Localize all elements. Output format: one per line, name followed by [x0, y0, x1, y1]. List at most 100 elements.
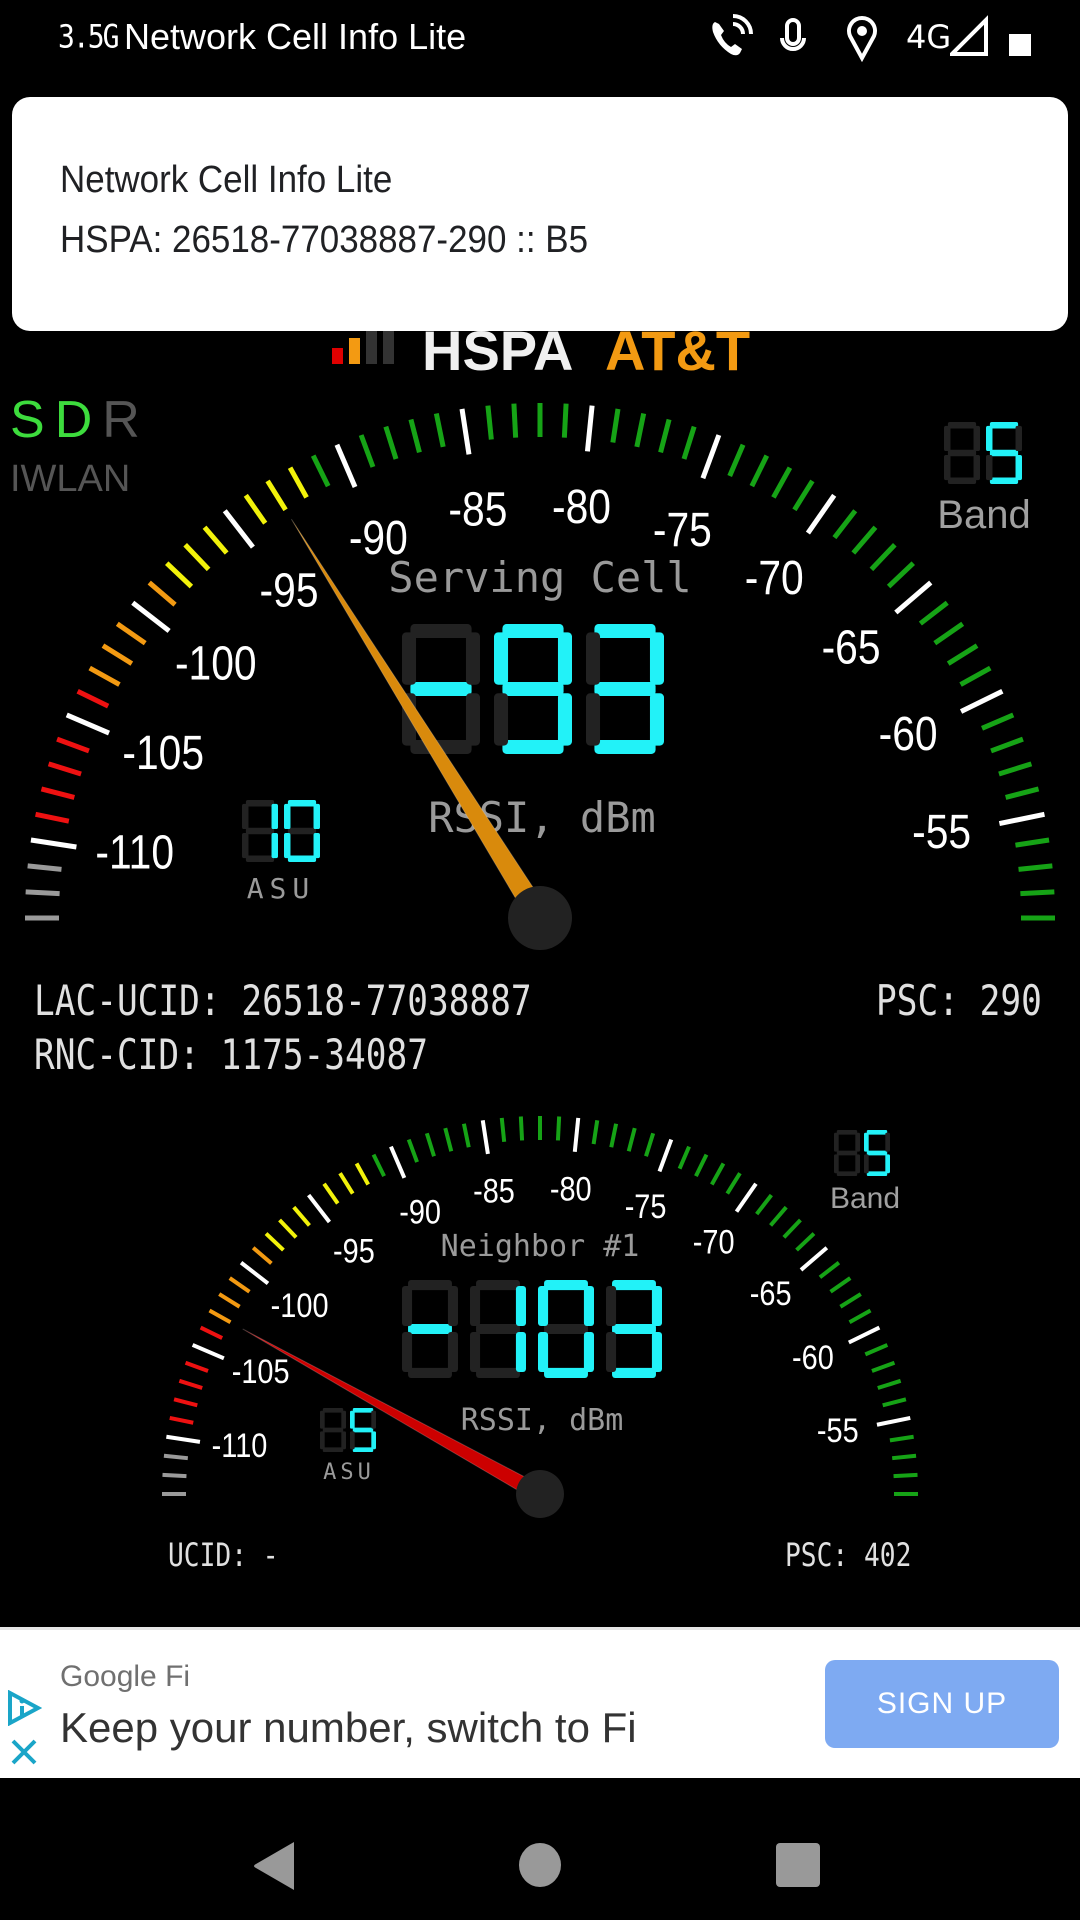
- gauge-tick: [591, 1120, 600, 1145]
- neighbor-band-digit: [864, 1130, 890, 1176]
- gauge-tick: [893, 1472, 918, 1479]
- gauge-tick: [131, 600, 171, 633]
- lcd-segment: [538, 1332, 549, 1372]
- lcd-segment: [649, 632, 664, 685]
- gauge-tick: [1020, 889, 1055, 897]
- iwlan-indicator: IWLAN: [10, 458, 131, 500]
- neighbor-gauge: -110 -105 -100-95 -90 -85 -80 -75 -70 -65-60 -55 N…: [162, 1116, 918, 1518]
- gauge-label: -55: [912, 806, 971, 859]
- lcd-segment: [502, 739, 564, 754]
- sdr-r: R: [102, 391, 150, 449]
- gauge-tick: [886, 561, 915, 589]
- gauge-tick: [173, 1397, 198, 1408]
- gauge-label: -95: [260, 564, 319, 617]
- gauge-tick: [354, 1162, 370, 1186]
- notification-text: HSPA: 26518-77038887-290 :: B5: [60, 219, 589, 261]
- notification-title: Network Cell Info Lite: [60, 159, 393, 201]
- lcd-segment: [538, 1286, 549, 1326]
- lcd-segment: [944, 454, 951, 481]
- lcd-segment: [494, 632, 509, 685]
- neighbor-asu-digit: [350, 1408, 376, 1452]
- sign-up-button[interactable]: SIGN UP: [825, 1660, 1059, 1748]
- gauge-tick: [40, 786, 75, 800]
- gauge-tick: [406, 1138, 419, 1163]
- lcd-segment: [271, 832, 278, 859]
- gauge-label: -80: [550, 1169, 592, 1208]
- ad-headline[interactable]: Keep your number, switch to Fi: [60, 1704, 637, 1752]
- lcd-segment: [1015, 425, 1022, 452]
- gauge-tick: [891, 1453, 917, 1461]
- gauge-tick: [657, 1138, 674, 1173]
- gauge-tick: [461, 1123, 471, 1148]
- lcd-segment: [834, 1154, 839, 1174]
- lcd-segment: [594, 624, 656, 639]
- neighbor-unit: RSSI, dBm: [461, 1403, 624, 1438]
- gauge-tick: [561, 403, 569, 438]
- ad-banner[interactable]: Google Fi Keep your number, switch to Fi…: [0, 1627, 1080, 1781]
- sdr-s: S: [10, 391, 55, 449]
- gauge-label: -100: [271, 1286, 329, 1325]
- gauge-tick: [946, 643, 979, 666]
- home-button[interactable]: [518, 1842, 562, 1888]
- gauge-tick: [162, 1472, 187, 1479]
- serving-title: Serving Cell: [388, 553, 691, 602]
- notification-card[interactable]: Network Cell Info Lite HSPA: 26518-77038…: [12, 97, 1068, 331]
- gauge-tick: [115, 621, 147, 646]
- lcd-segment: [313, 832, 320, 859]
- lcd-segment: [408, 1323, 452, 1335]
- gauge-tick: [876, 1415, 911, 1427]
- gauge-tick: [76, 688, 110, 709]
- lcd-segment: [836, 1130, 858, 1135]
- gauge-tick: [278, 1218, 298, 1239]
- gauge-tick: [998, 761, 1033, 777]
- lcd-segment: [271, 803, 278, 830]
- lcd-segment: [583, 1332, 594, 1372]
- gauge-tick: [555, 1116, 562, 1141]
- gauge-tick: [88, 665, 121, 687]
- lac-ucid: LAC-UCID: 26518-77038887: [34, 976, 532, 1025]
- ad-choices-icon[interactable]: [6, 1690, 42, 1726]
- lcd-segment: [402, 632, 417, 685]
- lcd-segment: [465, 632, 480, 685]
- gauge-tick: [166, 1434, 201, 1444]
- lcd-segment: [494, 693, 509, 746]
- lcd-segment: [947, 422, 977, 429]
- gauge-tick: [869, 543, 897, 572]
- lcd-segment: [586, 632, 601, 685]
- gauge-tick: [847, 1325, 881, 1345]
- gauge-tick: [165, 561, 194, 589]
- gauge-label: -85: [473, 1171, 515, 1210]
- lcd-segment: [594, 739, 656, 754]
- gauge-tick: [287, 466, 309, 499]
- gauge-tick: [981, 712, 1015, 731]
- back-button[interactable]: [250, 1840, 300, 1892]
- lcd-segment: [408, 1280, 452, 1291]
- gauge-hub: [508, 886, 572, 950]
- gauge-tick: [918, 600, 949, 626]
- gauge-tick: [389, 1145, 407, 1179]
- gauge-tick: [184, 1360, 209, 1373]
- serving-asu-digit: [242, 800, 278, 862]
- gauge-tick: [338, 1172, 355, 1195]
- lcd-segment: [402, 1332, 413, 1372]
- gauge-label: -100: [175, 638, 257, 691]
- lcd-segment: [341, 1431, 346, 1450]
- gauge-tick: [755, 1193, 773, 1216]
- gauge-label: -65: [750, 1274, 792, 1313]
- sdr-d: D: [54, 391, 103, 449]
- gauge-tick: [408, 418, 422, 453]
- lcd-segment: [410, 624, 472, 639]
- gauge-tick: [1005, 786, 1040, 800]
- lcd-segment: [476, 1280, 520, 1291]
- serving-asu-label: ASU: [247, 872, 316, 905]
- recents-button[interactable]: [775, 1842, 821, 1888]
- gauge-label: -65: [822, 622, 881, 675]
- gauge-tick: [805, 493, 837, 535]
- ad-close-icon[interactable]: [10, 1738, 38, 1766]
- gauge-tick: [183, 543, 211, 572]
- neighbor-band-digit: [834, 1130, 860, 1176]
- lcd-segment: [408, 1367, 452, 1378]
- lcd-segment: [944, 425, 951, 452]
- gauge-label: -70: [693, 1222, 735, 1261]
- lcd-segment: [476, 1323, 520, 1335]
